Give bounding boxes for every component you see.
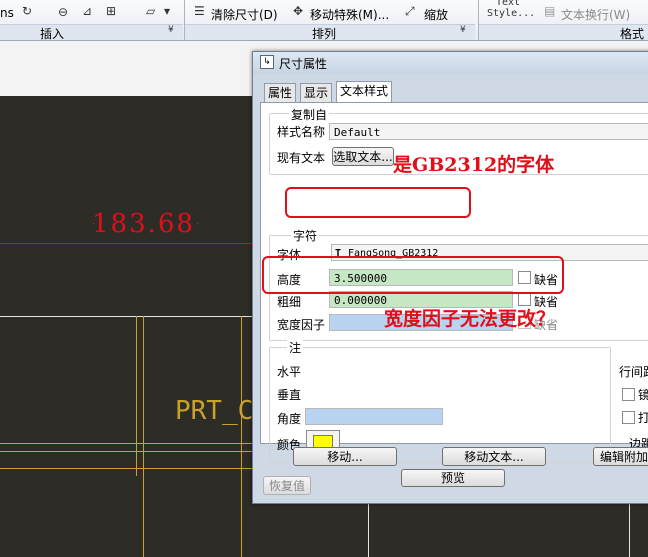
zoom-button[interactable]: 缩放 xyxy=(424,6,448,23)
text-wrap-icon: ▤ xyxy=(544,4,556,18)
frame-line xyxy=(136,316,137,476)
expand-icon[interactable]: ¥ xyxy=(168,25,174,35)
text-style-button[interactable]: Style... xyxy=(487,8,535,19)
dimension-dot-left: · xyxy=(92,219,96,230)
angle-input[interactable] xyxy=(305,408,443,425)
existing-text-label: 现有文本 xyxy=(277,151,326,165)
rotate-icon[interactable]: ↻ xyxy=(22,4,32,18)
restore-values-button[interactable]: 恢复值 xyxy=(263,476,311,495)
copy-from-title: 复制自 xyxy=(289,106,330,123)
dimension-line xyxy=(0,243,252,244)
gtol-icon[interactable]: ⊞ xyxy=(106,4,116,18)
group-bar-insert xyxy=(0,24,183,40)
edit-attached-button[interactable]: 编辑附加 xyxy=(593,447,648,466)
angle-label: 角度 xyxy=(277,412,302,426)
dialog-title: 尺寸属性 xyxy=(279,57,328,71)
datum-icon[interactable]: ⊖ xyxy=(58,5,68,19)
dropdown-arrow-icon[interactable]: ▾ xyxy=(164,4,170,18)
style-name-select[interactable]: Default xyxy=(329,123,648,140)
border-line xyxy=(629,502,630,557)
dimension-dot-right: · xyxy=(196,219,200,230)
move-button[interactable]: 移动... xyxy=(293,447,397,466)
frame-line xyxy=(0,443,252,444)
mirror-label: 镜 xyxy=(638,388,648,402)
dialog-titlebar[interactable]: ↳ 尺寸属性 xyxy=(253,52,648,74)
strike-checkbox[interactable] xyxy=(622,411,635,424)
frame-line xyxy=(241,316,242,557)
width-factor-annotation: 宽度因子无法更改？ xyxy=(384,308,556,330)
move-special-icon: ✥ xyxy=(293,4,304,18)
tab-properties[interactable]: 属性 xyxy=(264,83,297,102)
strike-label: 打 xyxy=(638,411,648,425)
thickness-label: 粗细 xyxy=(277,295,302,309)
frame-line xyxy=(143,316,144,557)
frame-line xyxy=(0,468,252,469)
style-name-label: 样式名称 xyxy=(277,125,326,139)
tab-display[interactable]: 显示 xyxy=(300,83,333,102)
line-spacing-label: 行间距 xyxy=(619,365,648,379)
ribbon-fragment: ns xyxy=(0,6,14,20)
clear-dims-button[interactable]: 清除尺寸(D) xyxy=(211,6,278,23)
text-wrap-button[interactable]: 文本换行(W) xyxy=(561,6,630,23)
dimension-value[interactable]: 183.68 xyxy=(92,209,195,239)
tab-text-style[interactable]: 文本样式 xyxy=(336,81,393,103)
width-factor-highlight-box xyxy=(262,256,564,294)
font-annotation: 是GB2312的字体 xyxy=(393,154,555,176)
group-label-format: 格式 xyxy=(620,27,645,41)
mirror-checkbox[interactable] xyxy=(622,388,635,401)
group-label-arrange: 排列 xyxy=(312,27,337,41)
vertical-label: 垂直 xyxy=(277,388,302,402)
note-title: 注 xyxy=(287,339,304,356)
move-special-button[interactable]: 移动特殊(M)... xyxy=(310,6,389,23)
width-factor-label: 宽度因子 xyxy=(277,318,326,332)
part-label: PRT_C xyxy=(175,396,254,426)
zoom-icon: ⤢ xyxy=(405,4,415,18)
expand-icon[interactable]: ¥ xyxy=(460,25,466,35)
group-label-insert: 插入 xyxy=(40,27,65,41)
clear-dims-icon: ☰ xyxy=(194,4,205,18)
dialog-app-icon: ↳ xyxy=(260,55,274,69)
character-title: 字符 xyxy=(291,227,320,244)
move-text-button[interactable]: 移动文本... xyxy=(442,447,546,466)
font-highlight-box xyxy=(285,187,471,218)
ribbon: ns ↻ ⊖ ⊿ ⊞ ▱ ▾ 插入 ¥ ☰ 清除尺寸(D) ✥ 移动特殊(M).… xyxy=(0,0,648,41)
select-text-button[interactable]: 选取文本... xyxy=(332,147,394,166)
horizontal-label: 水平 xyxy=(277,365,302,379)
frame-line xyxy=(0,451,252,452)
text-small-label: Text xyxy=(496,0,521,8)
symbol-icon[interactable]: ▱ xyxy=(146,4,155,18)
border-line xyxy=(0,316,252,317)
preview-button[interactable]: 预览 xyxy=(401,469,505,487)
border-line xyxy=(368,502,369,557)
surface-finish-icon[interactable]: ⊿ xyxy=(82,4,92,18)
